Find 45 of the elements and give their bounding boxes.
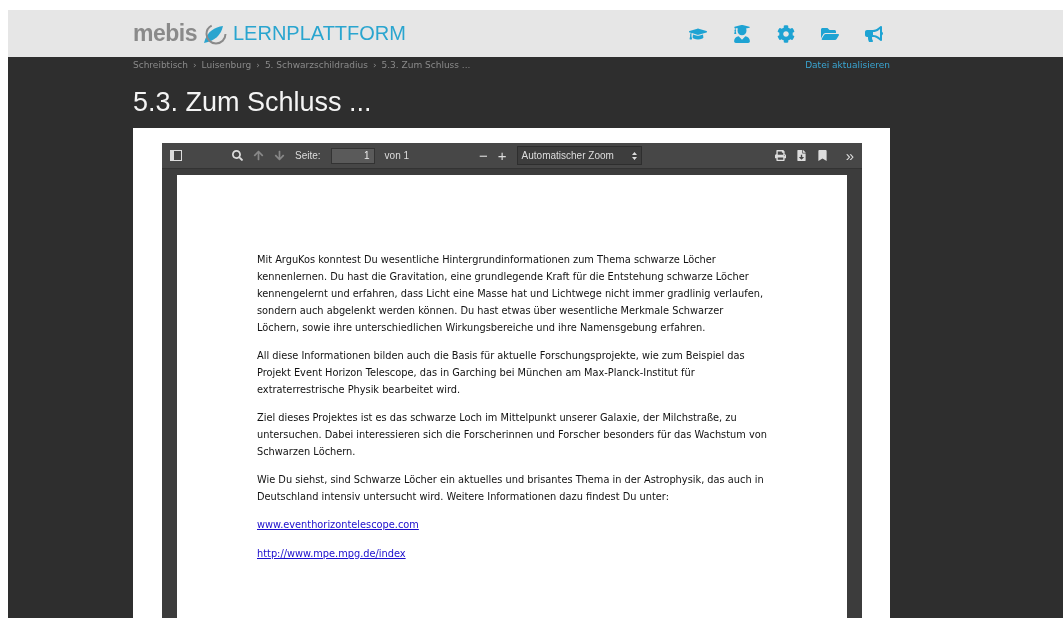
leaf-logo-icon: [201, 22, 227, 45]
megaphone-icon: [865, 24, 883, 43]
previous-page-button[interactable]: [253, 150, 264, 161]
print-button[interactable]: [774, 150, 786, 161]
paragraph: Mit ArguKos konntest Du wesentliche Hintergrundinformationen zum Thema schwarze Löcher kennenlernen. Du hast die Gravitation, eine grundlegende Kraft für die Entstehung schwarze Löcher kennengelernt und erfahren, dass Licht eine Masse hat und Lichtwege nicht immer gradlinig verlaufen, sondern auch abgelenkt werden können. Du hast etwas über wesentliche Merkmale Schwarzer Löchern, sowie ihre unterschiedlichen Wirkungsbereiche und ihre Namensgebung erfahren.: [257, 253, 765, 335]
bookmark-button[interactable]: [816, 150, 828, 161]
graduate-icon: [733, 24, 751, 43]
breadcrumb-separator: ›: [372, 59, 377, 71]
page-total: von 1: [384, 150, 410, 161]
search-icon: [232, 150, 243, 161]
breadcrumb-link[interactable]: 5. Schwarzschildradius: [264, 59, 368, 71]
web-link[interactable]: www.eventhorizontelescope.com: [257, 516, 419, 533]
updown-caret-icon: [631, 151, 637, 160]
download-icon: [795, 150, 807, 161]
download-button[interactable]: [795, 150, 807, 161]
breadcrumb-link[interactable]: Luisenburg: [201, 59, 252, 71]
logo-text: mebis: [133, 20, 197, 47]
platform-title: LERNPLATTFORM: [233, 22, 406, 45]
sidebar-toggle-button[interactable]: [170, 150, 182, 161]
zoom-select[interactable]: Automatischer Zoom: [516, 146, 642, 165]
update-file-link[interactable]: Datei aktualisieren: [805, 59, 890, 71]
settings-icon: [777, 24, 795, 43]
breadcrumb-link[interactable]: Schreibtisch: [133, 59, 188, 71]
breadcrumb-separator: ›: [193, 59, 197, 71]
breadcrumb-link[interactable]: 5.3. Zum Schluss ...: [381, 59, 471, 71]
breadcrumb-separator: ›: [256, 59, 260, 71]
page-label: Seite:: [295, 150, 321, 161]
arrow-up-icon: [253, 150, 264, 161]
zoom-in-button[interactable]: +: [497, 147, 507, 164]
nav-button[interactable]: [865, 24, 883, 43]
next-page-button[interactable]: [274, 150, 285, 161]
paragraph: Ziel dieses Projektes ist es das schwarze Loch im Mittelpunkt unserer Galaxie, der Milchstraße, zu untersuchen. Dabei interessieren sich die Forscherinnen und Forscher besonders für das Wachstum von Schwarzen Löchern.: [257, 411, 767, 459]
print-icon: [774, 150, 786, 161]
more-tools-button[interactable]: »: [845, 147, 854, 164]
page-title: 5.3. Zum Schluss ...: [133, 87, 373, 119]
nav-button[interactable]: [777, 24, 795, 43]
zoom-out-button[interactable]: −: [479, 147, 488, 164]
paragraph: Wie Du siehst, sind Schwarze Löcher ein aktuelles und brisantes Thema in der Astrophysik, das auch in Deutschland intensiv untersucht wird. Weitere Informationen dazu findest Du unter:: [257, 473, 765, 504]
bookmark-icon: [816, 150, 828, 161]
arrow-down-icon: [274, 150, 285, 161]
web-link[interactable]: http://www.mpe.mpg.de/index: [257, 545, 406, 562]
page-number-field[interactable]: 1: [330, 147, 375, 164]
paragraph: All diese Informationen bilden auch die Basis für aktuelle Forschungsprojekte, wie zum Beispiel das Projekt Event Horizon Telescope, das in Garching bei München am Max-Planck-Institut für extraterrestrische Physik bearbeitet wird.: [257, 349, 746, 397]
search-button[interactable]: [232, 150, 243, 161]
nav-button[interactable]: [733, 24, 751, 43]
